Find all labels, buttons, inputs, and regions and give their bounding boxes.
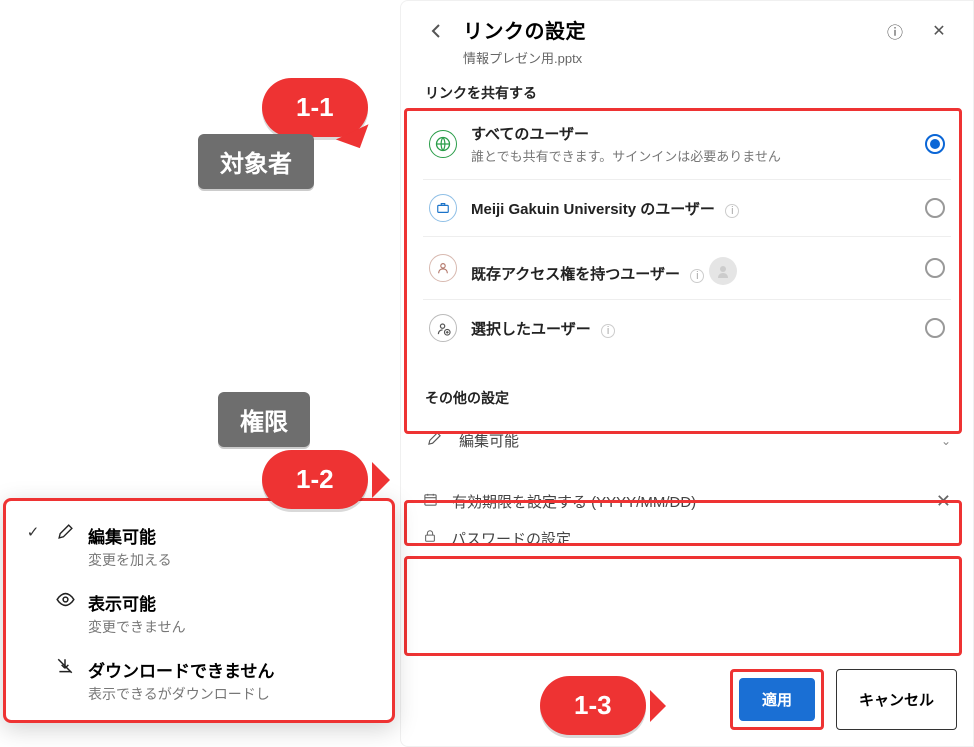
back-button[interactable] <box>423 17 451 45</box>
callout-1-1: 1-1 <box>262 78 368 137</box>
share-section-title: リンクを共有する <box>401 73 973 109</box>
password-row[interactable]: パスワードの設定 <box>423 520 951 557</box>
arrow-left-icon <box>429 23 445 39</box>
close-icon[interactable]: ✕ <box>927 21 951 41</box>
perm-option-desc: 変更を加える <box>88 550 172 570</box>
share-options: すべてのユーザー 誰とでも共有できます。サインインは必要ありません Meiji … <box>413 109 961 356</box>
callout-bubble: 1-3 <box>540 676 646 735</box>
dialog-footer: 適用 キャンセル <box>730 669 957 730</box>
info-badge-icon[interactable]: i <box>690 269 704 283</box>
perm-option-nodl[interactable]: ダウンロードできません 表示できるがダウンロードし <box>12 647 386 714</box>
share-option-label: 既存アクセス権を持つユーザー <box>471 266 680 283</box>
radio-unselected[interactable] <box>925 258 945 278</box>
gray-tag: 対象者 <box>198 134 314 189</box>
no-download-icon <box>54 657 76 675</box>
expiration-row[interactable]: 有効期限を設定する (YYYY/MM/DD) ✕ <box>423 483 951 520</box>
radio-selected[interactable] <box>925 134 945 154</box>
callout-bubble: 1-1 <box>262 78 368 137</box>
callout-1-2: 1-2 <box>262 450 368 509</box>
perm-option-desc: 変更できません <box>88 617 186 637</box>
label-permission: 権限 <box>218 392 310 447</box>
perm-option-edit[interactable]: ✓ 編集可能 変更を加える <box>12 513 386 580</box>
cancel-button[interactable]: キャンセル <box>836 669 957 730</box>
eye-icon <box>54 590 76 609</box>
radio-unselected[interactable] <box>925 198 945 218</box>
share-option-specific[interactable]: 選択したユーザー i <box>423 299 951 356</box>
share-option-label: 選択したユーザー <box>471 321 591 338</box>
briefcase-icon <box>429 194 457 222</box>
perm-option-view[interactable]: 表示可能 変更できません <box>12 580 386 647</box>
perm-option-desc: 表示できるがダウンロードし <box>88 684 275 704</box>
info-badge-icon[interactable]: i <box>725 204 739 218</box>
apply-button[interactable]: 適用 <box>739 678 815 721</box>
perm-option-title: 表示可能 <box>88 590 186 615</box>
share-option-anyone[interactable]: すべてのユーザー 誰とでも共有できます。サインインは必要ありません <box>423 109 951 179</box>
dialog-filename: 情報プレゼン用.pptx <box>463 48 871 67</box>
person-icon <box>429 254 457 282</box>
permission-menu: ✓ 編集可能 変更を加える 表示可能 変更できません ダウンロードできません 表… <box>3 498 395 723</box>
check-icon: ✓ <box>24 523 42 541</box>
pencil-icon <box>423 431 445 450</box>
callout-bubble: 1-2 <box>262 450 368 509</box>
password-label: パスワードの設定 <box>451 528 951 549</box>
label-target: 対象者 <box>198 134 314 189</box>
permission-dropdown[interactable]: 編集可能 ⌄ <box>413 418 961 463</box>
share-option-desc: 誰とでも共有できます。サインインは必要ありません <box>471 146 911 165</box>
gray-tag: 権限 <box>218 392 310 447</box>
other-section-title: その他の設定 <box>401 378 973 414</box>
dialog-title: リンクの設定 <box>463 15 871 44</box>
pencil-icon <box>54 523 76 540</box>
share-option-label: Meiji Gakuin University のユーザー <box>471 201 715 218</box>
avatar-icon <box>709 257 737 285</box>
calendar-icon <box>423 492 438 512</box>
share-option-existing[interactable]: 既存アクセス権を持つユーザー i <box>423 236 951 299</box>
globe-icon <box>429 130 457 158</box>
radio-unselected[interactable] <box>925 318 945 338</box>
info-icon[interactable]: ⓘ <box>883 19 907 43</box>
dialog-header: リンクの設定 情報プレゼン用.pptx ⓘ ✕ <box>401 1 973 73</box>
apply-highlight: 適用 <box>730 669 824 730</box>
lock-icon <box>423 529 437 548</box>
callout-1-3: 1-3 <box>540 676 646 735</box>
share-option-org[interactable]: Meiji Gakuin University のユーザー i <box>423 179 951 236</box>
more-settings-box: 有効期限を設定する (YYYY/MM/DD) ✕ パスワードの設定 <box>413 473 961 571</box>
link-settings-panel: リンクの設定 情報プレゼン用.pptx ⓘ ✕ リンクを共有する すべてのユーザ… <box>400 0 974 747</box>
share-option-label: すべてのユーザー <box>471 123 911 144</box>
perm-option-title: ダウンロードできません <box>88 657 275 682</box>
clear-icon[interactable]: ✕ <box>936 491 951 512</box>
expiration-label: 有効期限を設定する (YYYY/MM/DD) <box>452 491 922 512</box>
permission-label: 編集可能 <box>459 430 927 451</box>
perm-option-title: 編集可能 <box>88 523 172 548</box>
person-plus-icon <box>429 314 457 342</box>
chevron-down-icon: ⌄ <box>941 434 951 448</box>
info-badge-icon[interactable]: i <box>601 324 615 338</box>
